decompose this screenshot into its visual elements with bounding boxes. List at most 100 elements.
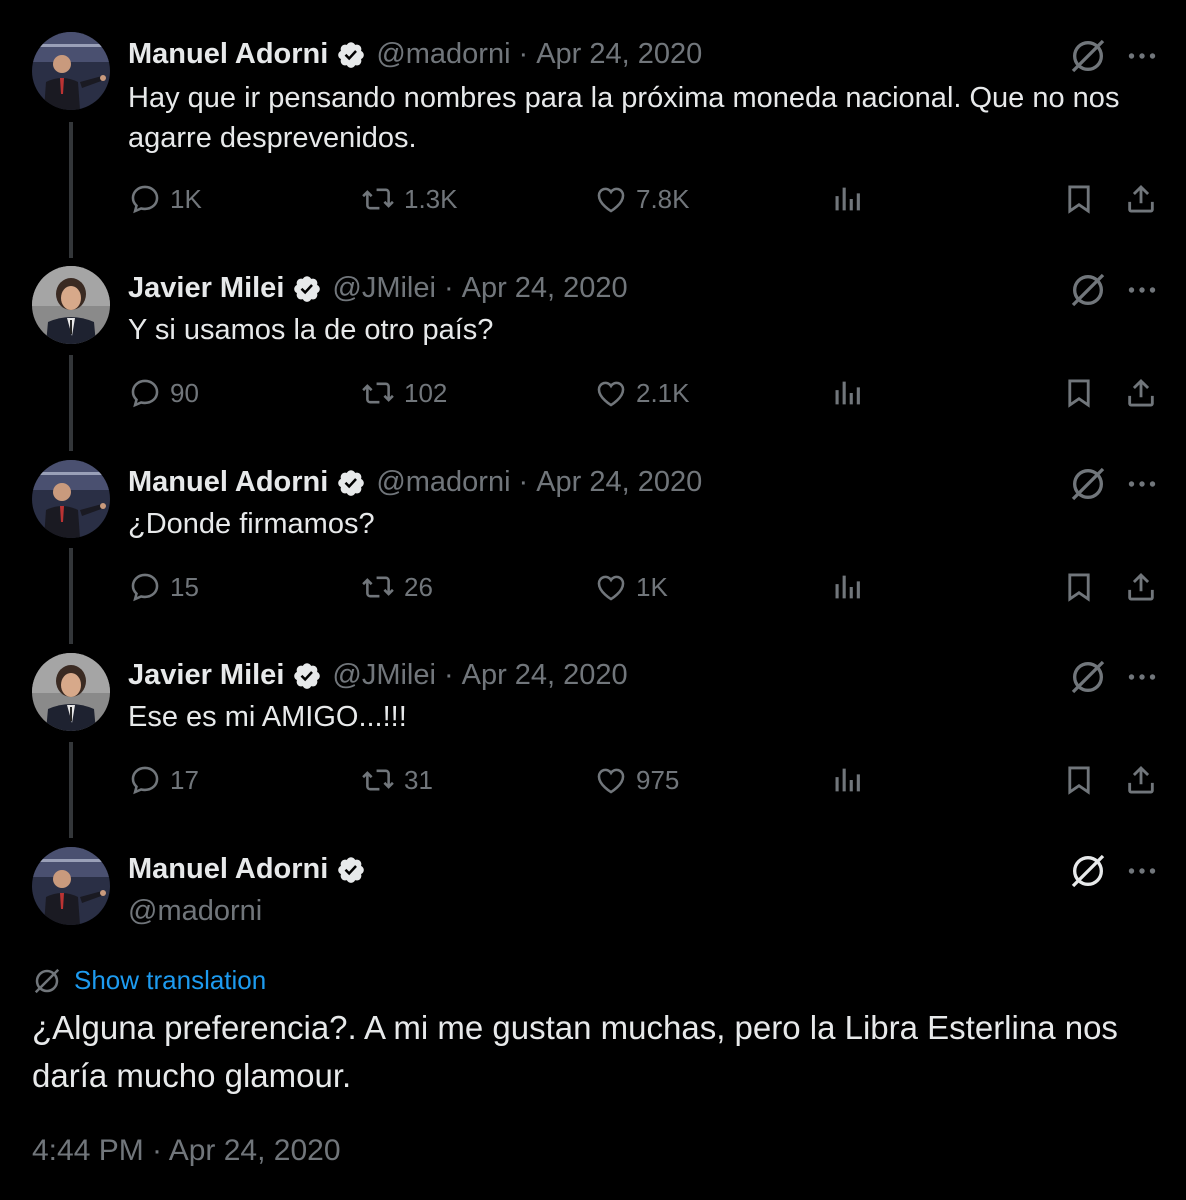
retweet-icon xyxy=(360,763,396,797)
tweet-timestamp[interactable]: 4:44 PM · Apr 24, 2020 xyxy=(32,1134,341,1168)
verified-badge-icon xyxy=(336,468,366,498)
reply-icon xyxy=(128,570,162,604)
like-icon xyxy=(594,763,628,797)
tweet-actions: 17 31 975 xyxy=(128,763,1168,803)
avatar[interactable] xyxy=(32,847,110,925)
views-icon xyxy=(830,376,864,410)
separator-dot: · xyxy=(518,38,529,70)
author-handle[interactable]: @JMilei xyxy=(332,272,436,305)
thread-tweet[interactable]: Javier Milei @JMilei · Apr 24, 2020 Ese … xyxy=(0,653,1186,833)
avatar-milei-icon xyxy=(32,266,110,344)
separator-dot: · xyxy=(443,272,454,304)
like-button[interactable]: 1K xyxy=(594,570,668,604)
tweet-actions: 90 102 2.1K xyxy=(128,376,1168,416)
share-icon xyxy=(1124,570,1158,604)
bookmark-button[interactable] xyxy=(1062,376,1104,410)
retweet-icon xyxy=(360,570,396,604)
main-tweet: Manuel Adorni @madorni xyxy=(0,847,1186,947)
grok-icon[interactable] xyxy=(1068,36,1108,76)
more-options-icon[interactable] xyxy=(1124,38,1160,74)
tweet-top-actions xyxy=(1068,657,1186,697)
tweet-date[interactable]: Apr 24, 2020 xyxy=(536,38,702,71)
author-name[interactable]: Javier Milei xyxy=(128,659,284,692)
retweet-icon xyxy=(360,376,396,410)
thread-tweet[interactable]: Manuel Adorni @madorni · Apr 24, 2020 ¿D… xyxy=(0,460,1186,640)
like-count: 2.1K xyxy=(636,377,690,408)
avatar[interactable] xyxy=(32,460,110,538)
tweet-header: Javier Milei @JMilei · Apr 24, 2020 xyxy=(128,659,628,692)
more-options-icon[interactable] xyxy=(1124,659,1160,695)
grok-icon[interactable] xyxy=(1068,270,1108,310)
show-translation-link[interactable]: Show translation xyxy=(32,965,266,996)
bookmark-button[interactable] xyxy=(1062,182,1104,216)
bookmark-icon xyxy=(1062,763,1096,797)
author-handle[interactable]: @madorni xyxy=(376,466,510,499)
more-options-icon[interactable] xyxy=(1124,466,1160,502)
retweet-count: 31 xyxy=(404,764,433,795)
views-button[interactable] xyxy=(830,763,872,797)
retweet-button[interactable]: 102 xyxy=(360,376,447,410)
bookmark-icon xyxy=(1062,182,1096,216)
tweet-actions: 1K 1.3K 7.8K xyxy=(128,182,1168,222)
share-button[interactable] xyxy=(1124,570,1166,604)
avatar[interactable] xyxy=(32,266,110,344)
like-icon xyxy=(594,570,628,604)
retweet-button[interactable]: 1.3K xyxy=(360,182,458,216)
like-button[interactable]: 7.8K xyxy=(594,182,690,216)
reply-button[interactable]: 90 xyxy=(128,376,199,410)
share-button[interactable] xyxy=(1124,182,1166,216)
like-count: 7.8K xyxy=(636,183,690,214)
views-button[interactable] xyxy=(830,570,872,604)
author-name[interactable]: Manuel Adorni xyxy=(128,466,328,499)
views-button[interactable] xyxy=(830,182,872,216)
verified-badge-icon xyxy=(292,661,322,691)
author-name[interactable]: Manuel Adorni xyxy=(128,853,328,886)
thread-tweet[interactable]: Manuel Adorni @madorni · Apr 24, 2020 Ha… xyxy=(0,32,1186,232)
like-count: 975 xyxy=(636,764,680,795)
grok-icon[interactable] xyxy=(1068,464,1108,504)
author-handle[interactable]: @JMilei xyxy=(332,659,436,692)
bookmark-button[interactable] xyxy=(1062,570,1104,604)
retweet-count: 102 xyxy=(404,377,448,408)
translate-icon xyxy=(32,966,62,996)
more-options-icon[interactable] xyxy=(1124,853,1160,889)
tweet-date[interactable]: Apr 24, 2020 xyxy=(462,272,628,305)
avatar[interactable] xyxy=(32,653,110,731)
reply-button[interactable]: 17 xyxy=(128,763,199,797)
separator-dot: · xyxy=(518,466,529,498)
like-button[interactable]: 975 xyxy=(594,763,679,797)
grok-icon[interactable] xyxy=(1068,657,1108,697)
reply-button[interactable]: 1K xyxy=(128,182,202,216)
thread-tweet[interactable]: Javier Milei @JMilei · Apr 24, 2020 Y si… xyxy=(0,266,1186,446)
retweet-button[interactable]: 31 xyxy=(360,763,433,797)
tweet-text: ¿Donde firmamos? xyxy=(128,508,375,540)
share-button[interactable] xyxy=(1124,763,1166,797)
tweet-text: Y si usamos la de otro país? xyxy=(128,314,494,346)
retweet-button[interactable]: 26 xyxy=(360,570,433,604)
bookmark-icon xyxy=(1062,376,1096,410)
avatar-milei-icon xyxy=(32,653,110,731)
share-button[interactable] xyxy=(1124,376,1166,410)
tweet-header: Javier Milei @JMilei · Apr 24, 2020 xyxy=(128,272,628,305)
reply-button[interactable]: 15 xyxy=(128,570,199,604)
views-icon xyxy=(830,182,864,216)
tweet-date[interactable]: Apr 24, 2020 xyxy=(536,466,702,499)
author-handle[interactable]: @madorni xyxy=(128,895,262,928)
author-handle[interactable]: @madorni xyxy=(376,38,510,71)
author-name[interactable]: Manuel Adorni xyxy=(128,38,328,71)
grok-icon[interactable] xyxy=(1068,851,1108,891)
tweet-text: Hay que ir pensando nombres para la próx… xyxy=(128,82,1120,154)
tweet-date[interactable]: Apr 24, 2020 xyxy=(462,659,628,692)
avatar-adorni-icon xyxy=(32,847,110,925)
avatar[interactable] xyxy=(32,32,110,110)
like-button[interactable]: 2.1K xyxy=(594,376,690,410)
share-icon xyxy=(1124,376,1158,410)
bookmark-button[interactable] xyxy=(1062,763,1104,797)
more-options-icon[interactable] xyxy=(1124,272,1160,308)
views-button[interactable] xyxy=(830,376,872,410)
tweet-top-actions xyxy=(1068,464,1186,504)
show-translation-label: Show translation xyxy=(74,965,267,995)
main-tweet-text: ¿Alguna preferencia?. A mi me gustan muc… xyxy=(32,1009,1118,1094)
author-name[interactable]: Javier Milei xyxy=(128,272,284,305)
tweet-top-actions xyxy=(1068,851,1186,891)
